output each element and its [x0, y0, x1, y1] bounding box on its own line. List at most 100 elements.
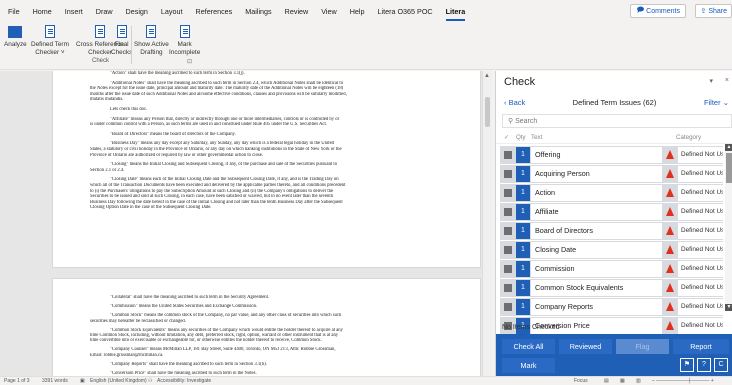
- scroll-up-icon[interactable]: ▲: [484, 73, 490, 79]
- list-scrollbar-thumb[interactable]: [726, 153, 732, 183]
- pane-close-icon[interactable]: ×: [725, 77, 729, 84]
- menu-tab-design[interactable]: Design: [126, 7, 148, 16]
- document-line[interactable]: is under common control with a Person, a…: [90, 122, 455, 128]
- row-text[interactable]: Acquiring Person: [531, 166, 662, 182]
- document-line[interactable]: Section 2.1 or 2.4.: [90, 168, 455, 174]
- document-line[interactable]: "Board of Directors" means the board of …: [90, 132, 455, 138]
- list-scroll-up-icon[interactable]: ▲: [725, 144, 732, 151]
- row-text[interactable]: Offering: [531, 147, 662, 163]
- row-text[interactable]: Board of Directors: [531, 223, 662, 239]
- row-text[interactable]: Commission: [531, 261, 662, 277]
- issue-row[interactable]: 1Offering Defined Not Used: [500, 146, 723, 164]
- document-line[interactable]: securities may hereafter be reclassified…: [90, 319, 455, 325]
- row-checkbox[interactable]: [504, 303, 512, 311]
- document-line[interactable]: mutatis mutandis.: [90, 97, 455, 103]
- select-all-checkbox[interactable]: ✓: [504, 134, 509, 141]
- document-line[interactable]: Email: robbie.grossman@mcmillan.ca.: [90, 353, 455, 359]
- filter-button[interactable]: Filter ⌄: [704, 98, 729, 107]
- row-checkbox[interactable]: [504, 284, 512, 292]
- locate-icon[interactable]: ⚑: [680, 358, 694, 372]
- search-input[interactable]: ⚲ Search: [502, 114, 732, 128]
- document-line[interactable]: "Company Reports" shall have the meaning…: [90, 362, 455, 368]
- help-button[interactable]: ?: [697, 358, 711, 372]
- issue-row[interactable]: 1Commission Defined Not Used: [500, 260, 723, 278]
- issue-row[interactable]: 1Acquiring Person Defined Not Used: [500, 165, 723, 183]
- menu-tab-references[interactable]: References: [196, 7, 233, 16]
- accessibility-status[interactable]: Accessibility: Investigate: [157, 378, 211, 384]
- proofing-icon[interactable]: ▣: [80, 378, 85, 384]
- menu-tab-home[interactable]: Home: [33, 7, 52, 16]
- menu-tab-review[interactable]: Review: [285, 7, 309, 16]
- mark-incomplete-button[interactable]: Mark Incomplete: [169, 25, 200, 56]
- menu-tab-help[interactable]: Help: [350, 7, 365, 16]
- row-checkbox[interactable]: [504, 227, 512, 235]
- row-checkbox[interactable]: [504, 170, 512, 178]
- check-all-button[interactable]: Check All: [502, 339, 555, 354]
- show-active-drafting-button[interactable]: Show Active Drafting: [134, 25, 169, 56]
- zoom-slider[interactable]: – ─────────┼───── +: [652, 378, 714, 384]
- cross-reference-icon: [92, 25, 108, 39]
- column-text[interactable]: Text: [531, 134, 542, 141]
- document-page-2[interactable]: "Collateral" shall have the meaning ascr…: [52, 278, 481, 376]
- page-count[interactable]: Page 1 of 3: [4, 378, 30, 384]
- row-checkbox[interactable]: [504, 265, 512, 273]
- document-line[interactable]: "Commission" means the United States Sec…: [90, 304, 455, 310]
- column-category[interactable]: Category: [676, 134, 701, 141]
- document-area[interactable]: "Action" shall have the meaning ascribed…: [0, 71, 489, 376]
- document-line[interactable]: Closing Option Date in the case of the S…: [90, 205, 455, 211]
- menu-tab-litera[interactable]: Litera: [445, 7, 465, 21]
- flag-button[interactable]: Flag: [616, 339, 669, 354]
- menu-tab-mailings[interactable]: Mailings: [245, 7, 271, 16]
- final-checks-button[interactable]: Final Checks: [111, 25, 132, 56]
- issue-row[interactable]: 1Action Defined Not Used: [500, 184, 723, 202]
- share-button[interactable]: ⇪ Share: [694, 4, 732, 18]
- document-line[interactable]: Lets check this doc.: [90, 107, 455, 113]
- language-status[interactable]: English (United Kingdom): [90, 378, 147, 384]
- web-layout-icon[interactable]: ▥: [636, 378, 641, 384]
- document-line[interactable]: "Action" shall have the meaning ascribed…: [90, 71, 455, 77]
- analyze-button[interactable]: Analyze: [4, 25, 27, 49]
- pane-options-icon[interactable]: ▾: [709, 77, 713, 85]
- column-qty[interactable]: Qty: [516, 134, 526, 141]
- row-text[interactable]: Affiliate: [531, 204, 662, 220]
- menu-tab-draw[interactable]: Draw: [96, 7, 113, 16]
- mark-button[interactable]: Mark: [502, 358, 555, 373]
- refresh-button[interactable]: C: [714, 358, 728, 372]
- row-checkbox[interactable]: [504, 208, 512, 216]
- defined-term-checker-button[interactable]: Defined Term Checker ˅: [31, 25, 69, 56]
- comments-button[interactable]: 🗩 Comments: [630, 4, 686, 18]
- document-page-1[interactable]: "Action" shall have the meaning ascribed…: [52, 71, 481, 268]
- row-checkbox[interactable]: [504, 151, 512, 159]
- reviewed-button[interactable]: Reviewed: [559, 339, 612, 354]
- row-text[interactable]: Company Reports: [531, 299, 662, 315]
- report-button[interactable]: Report: [673, 339, 729, 354]
- row-text[interactable]: Closing Date: [531, 242, 662, 258]
- menu-tab-litera-o365-poc[interactable]: Litera O365 POC: [377, 7, 432, 16]
- document-line[interactable]: time convertible into or exercisable or …: [90, 338, 455, 344]
- row-checkbox[interactable]: [504, 246, 512, 254]
- issue-row[interactable]: 1Common Stock Equivalents Defined Not Use…: [500, 279, 723, 297]
- row-text[interactable]: Action: [531, 185, 662, 201]
- group-launcher-icon[interactable]: ⊡: [187, 58, 192, 65]
- issue-row[interactable]: 1Closing Date Defined Not Used: [500, 241, 723, 259]
- row-text[interactable]: Common Stock Equivalents: [531, 280, 662, 296]
- document-scrollbar[interactable]: ▲: [482, 71, 492, 376]
- menu-tab-layout[interactable]: Layout: [161, 7, 183, 16]
- issue-list-scrollbar[interactable]: ▲ ▼: [725, 144, 732, 311]
- read-mode-icon[interactable]: ▤: [604, 378, 609, 384]
- issue-row[interactable]: 1Company Reports Defined Not Used: [500, 298, 723, 316]
- print-layout-icon[interactable]: ▦: [620, 378, 625, 384]
- menu-tab-file[interactable]: File: [8, 7, 20, 16]
- document-line[interactable]: Province of Ontario are authorized or re…: [90, 153, 455, 159]
- word-count[interactable]: 3391 words: [42, 378, 68, 384]
- document-line[interactable]: "Collateral" shall have the meaning ascr…: [90, 295, 455, 301]
- list-scroll-down-icon[interactable]: ▼: [725, 304, 732, 311]
- focus-button[interactable]: Focus: [574, 378, 588, 384]
- menu-tab-view[interactable]: View: [321, 7, 336, 16]
- issue-row[interactable]: 1Board of Directors Defined Not Used: [500, 222, 723, 240]
- issue-row[interactable]: 1Affiliate Defined Not Used: [500, 203, 723, 221]
- row-checkbox[interactable]: [504, 189, 512, 197]
- scrollbar-thumb[interactable]: [485, 97, 490, 127]
- menu-tab-insert[interactable]: Insert: [65, 7, 83, 16]
- row-category: Defined Not Used: [678, 185, 723, 201]
